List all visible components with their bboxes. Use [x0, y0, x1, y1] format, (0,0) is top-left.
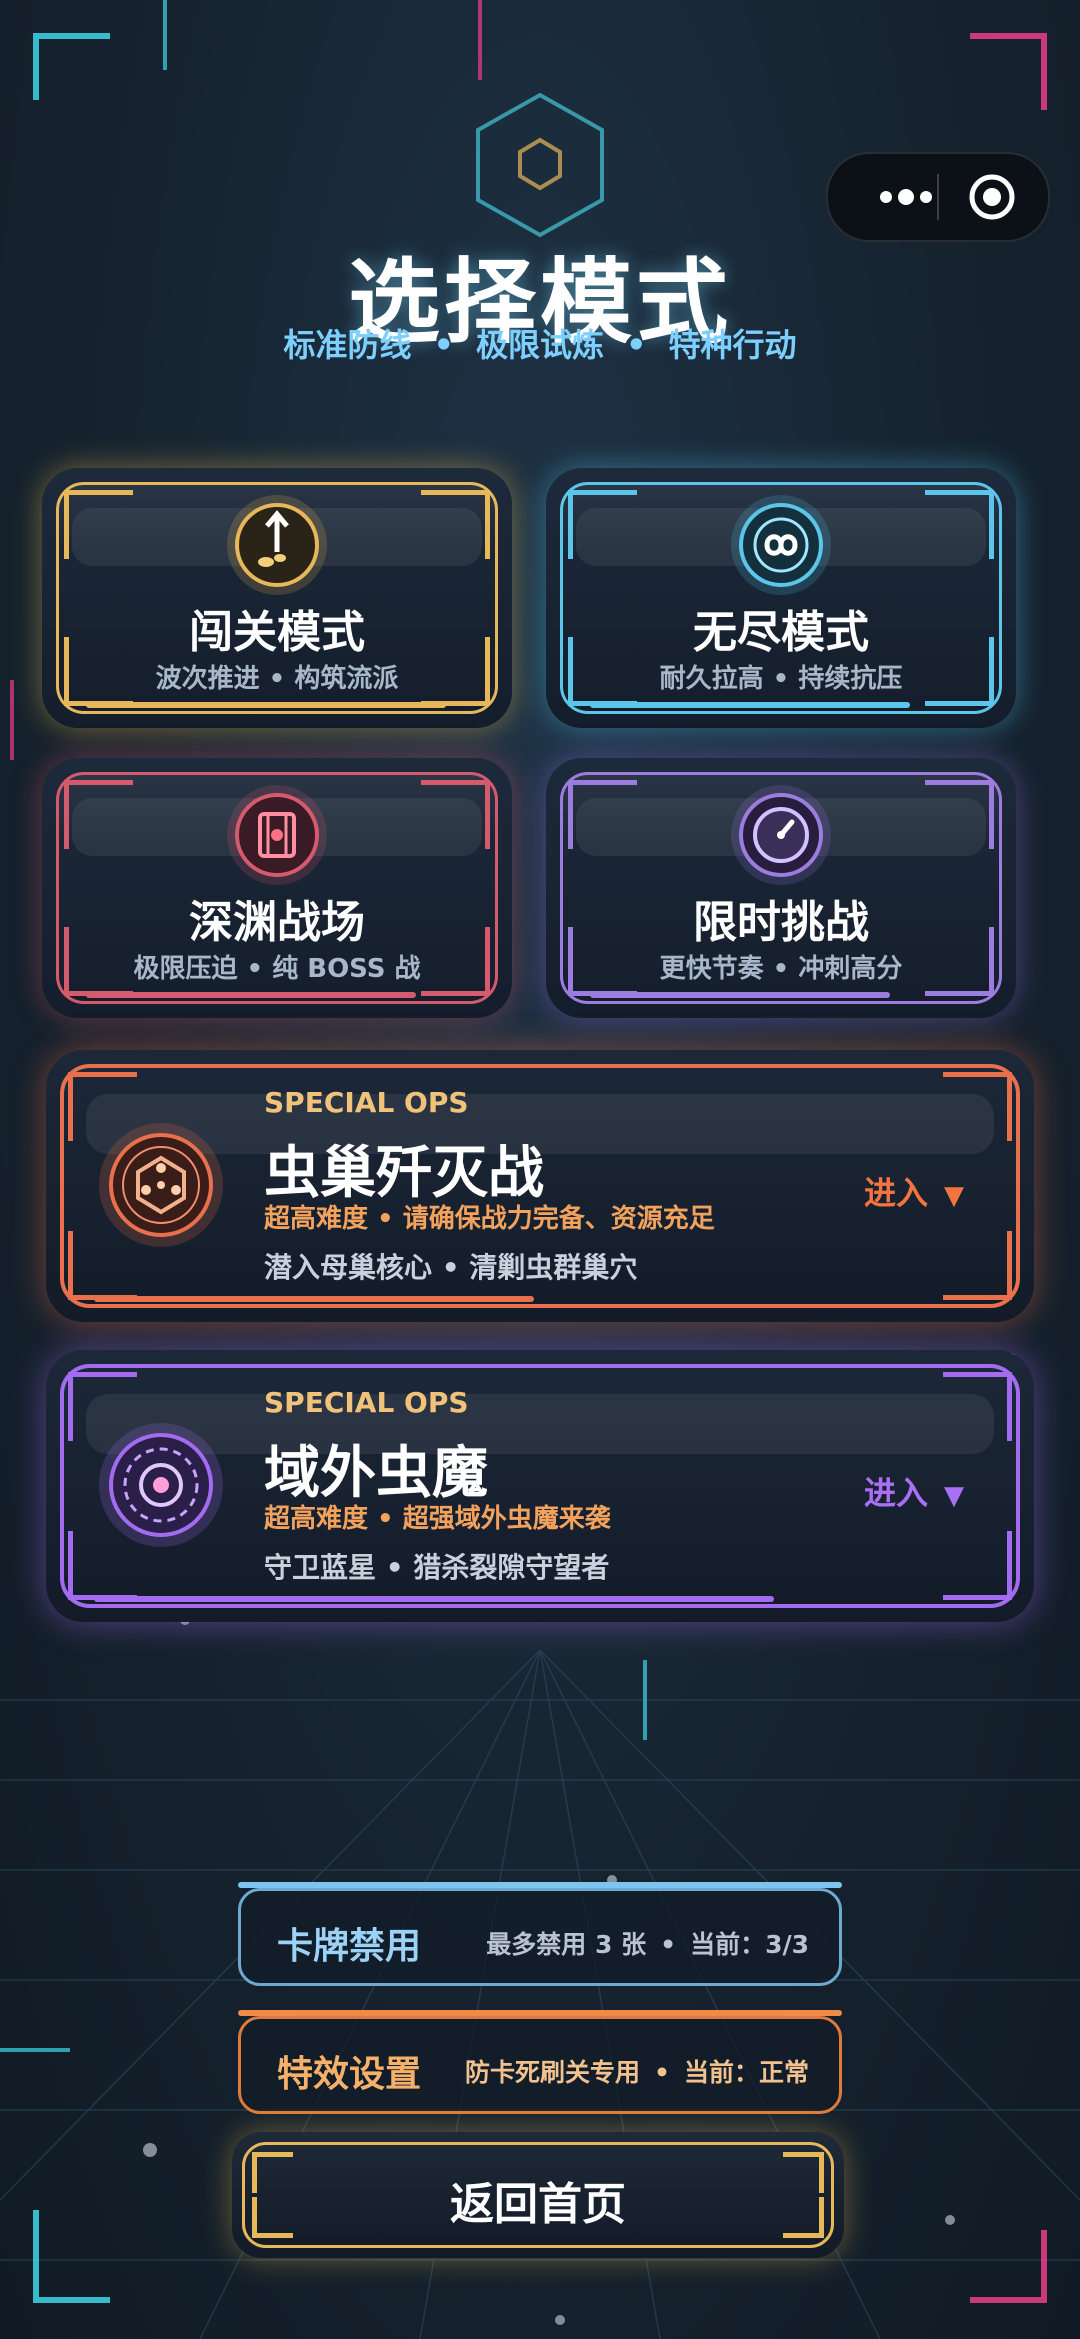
- special-ops-desc: 潜入母巢核心 • 清剿虫群巢穴: [264, 1251, 638, 1284]
- subtitle-part: 标准防线: [283, 326, 412, 364]
- mode-desc: 极限压迫 • 纯 BOSS 战: [133, 954, 421, 984]
- accent-bar: [590, 702, 910, 708]
- clock-icon: [731, 785, 831, 885]
- subtitle-dot: •: [626, 326, 647, 364]
- special-ops-tag: SPECIAL OPS: [264, 1086, 469, 1119]
- effects-label: 特效设置: [277, 2054, 422, 2095]
- page-subtitle: 标准防线 • 极限试炼 • 特种行动: [0, 320, 1080, 366]
- subtitle-dot: •: [433, 326, 454, 364]
- caret-down-icon: ▼: [944, 1481, 964, 1511]
- subtitle-part: 特种行动: [668, 326, 797, 364]
- corner-bracket: [568, 490, 637, 559]
- corner-bracket: [568, 780, 637, 849]
- corner-bracket: [64, 490, 133, 559]
- special-ops-warning: 超高难度 • 超强域外虫魔来袭: [264, 1504, 611, 1534]
- card-ban-info: 最多禁用 3 张 • 当前：3/3: [486, 1925, 809, 1961]
- corner-bracket: [943, 1372, 1012, 1441]
- effects-info: 防卡死刷关专用 • 当前：正常: [465, 2053, 809, 2089]
- corner-bracket: [421, 780, 490, 849]
- corner-bracket: [925, 490, 994, 559]
- special-ops-card-portal[interactable]: SPECIAL OPS 域外虫魔 超高难度 • 超强域外虫魔来袭 守卫蓝星 • …: [46, 1350, 1034, 1622]
- mode-name: 无尽模式: [693, 607, 869, 658]
- hive-icon: [99, 1123, 223, 1247]
- enter-button[interactable]: 进入 ▼: [864, 1468, 964, 1514]
- mode-card-endless[interactable]: 无尽模式 耐久拉高 • 持续抗压: [546, 468, 1016, 728]
- corner-bracket: [64, 780, 133, 849]
- card-ban-label: 卡牌禁用: [277, 1926, 422, 1967]
- info-dot: •: [654, 2058, 670, 2087]
- back-home-label: 返回首页: [450, 2179, 626, 2230]
- corner-bracket: [943, 1072, 1012, 1141]
- card-ban-panel[interactable]: 卡牌禁用 最多禁用 3 张 • 当前：3/3: [238, 1882, 842, 1986]
- mode-card-abyss[interactable]: 深渊战场 极限压迫 • 纯 BOSS 战: [42, 758, 512, 1018]
- special-ops-desc: 守卫蓝星 • 猎杀裂隙守望者: [264, 1551, 610, 1584]
- corner-bracket: [943, 1531, 1012, 1600]
- subtitle-part: 极限试炼: [475, 326, 604, 364]
- card-ban-current: 当前：3/3: [690, 1930, 809, 1959]
- accent-bar: [590, 992, 890, 998]
- mode-card-timed[interactable]: 限时挑战 更快节奏 • 冲刺高分: [546, 758, 1016, 1018]
- mode-card-level[interactable]: 闯关模式 波次推进 • 构筑流派: [42, 468, 512, 728]
- mode-name: 闯关模式: [189, 607, 365, 658]
- enter-label: 进入: [863, 1474, 928, 1512]
- more-icon[interactable]: [876, 178, 936, 216]
- special-ops-card-hive[interactable]: SPECIAL OPS 虫巢歼灭战 超高难度 • 请确保战力完备、资源充足 潜入…: [46, 1050, 1034, 1322]
- mode-name: 深渊战场: [189, 897, 365, 948]
- mode-desc: 耐久拉高 • 持续抗压: [659, 664, 903, 694]
- corner-bracket: [943, 1231, 1012, 1300]
- accent-bar: [86, 992, 416, 998]
- portal-icon: [99, 1423, 223, 1547]
- capsule-divider: [937, 174, 939, 220]
- level-icon: [227, 495, 327, 595]
- mode-desc: 更快节奏 • 冲刺高分: [659, 954, 903, 984]
- back-home-button[interactable]: 返回首页: [232, 2132, 844, 2258]
- abyss-icon: [227, 785, 327, 885]
- corner-bracket: [925, 780, 994, 849]
- special-ops-name: 虫巢歼灭战: [264, 1141, 544, 1206]
- special-ops-name: 域外虫魔: [264, 1441, 488, 1506]
- effects-current: 当前：正常: [683, 2058, 809, 2087]
- corner-bracket: [421, 490, 490, 559]
- accent-bar: [86, 702, 446, 708]
- accent-bar: [94, 1296, 534, 1302]
- special-ops-warning: 超高难度 • 请确保战力完备、资源充足: [264, 1204, 715, 1234]
- infinity-icon: [731, 495, 831, 595]
- info-dot: •: [660, 1930, 677, 1959]
- enter-label: 进入: [863, 1174, 928, 1212]
- special-ops-tag: SPECIAL OPS: [264, 1386, 469, 1419]
- card-ban-limit: 最多禁用 3 张: [486, 1930, 647, 1959]
- accent-bar: [94, 1596, 774, 1602]
- effects-mode-desc: 防卡死刷关专用: [464, 2058, 640, 2087]
- mode-desc: 波次推进 • 构筑流派: [155, 664, 399, 694]
- mode-name: 限时挑战: [693, 897, 869, 948]
- caret-down-icon: ▼: [944, 1181, 964, 1211]
- effects-panel[interactable]: 特效设置 防卡死刷关专用 • 当前：正常: [238, 2010, 842, 2114]
- enter-button[interactable]: 进入 ▼: [864, 1168, 964, 1214]
- panel-accent-line: [238, 1882, 842, 1888]
- close-target-icon[interactable]: [968, 173, 1016, 221]
- panel-accent-line: [238, 2010, 842, 2016]
